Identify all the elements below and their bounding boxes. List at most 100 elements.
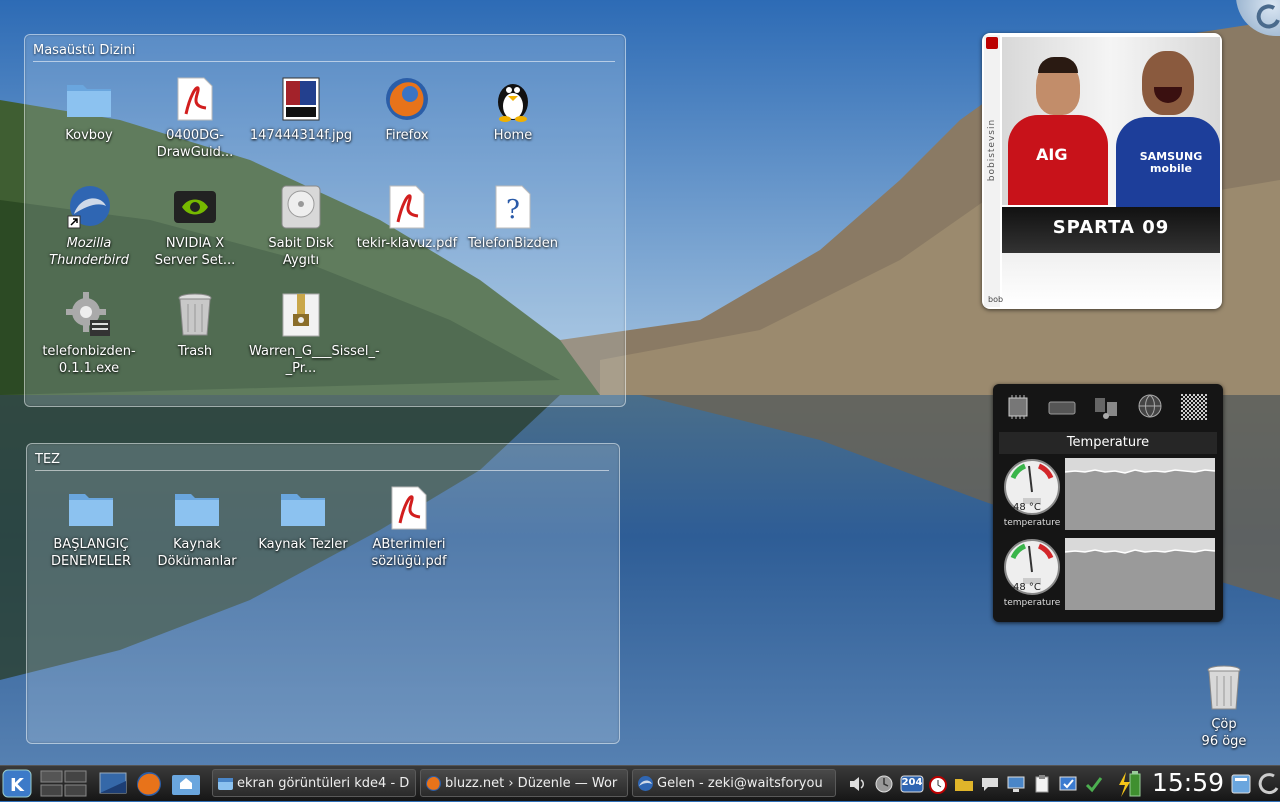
desktop-icon-exe[interactable]: telefonbizden-0.1.1.exe bbox=[37, 291, 141, 377]
kde-logo-icon: K bbox=[2, 769, 32, 798]
temperature-plot bbox=[1065, 538, 1215, 610]
counter-badge[interactable]: 204 bbox=[900, 774, 924, 794]
task-label: ekran görüntüleri kde4 - D bbox=[237, 776, 410, 791]
launcher-home-folder[interactable] bbox=[170, 769, 202, 798]
cover-side-text: bobistevsin bbox=[987, 118, 997, 182]
folder-icon bbox=[173, 484, 221, 532]
desktop-icon-kaynak-tezler[interactable]: Kaynak Tezler bbox=[251, 484, 355, 553]
desktop-icon-drawguide[interactable]: 0400DG-DrawGuid... bbox=[143, 75, 247, 161]
temperature-label: temperature bbox=[1003, 518, 1061, 528]
svg-text:?: ? bbox=[506, 195, 520, 225]
folder-tray-icon[interactable] bbox=[954, 774, 974, 794]
cpu-icon bbox=[1008, 395, 1028, 419]
clock-alarm-icon[interactable] bbox=[928, 774, 948, 794]
hard-disk-icon bbox=[277, 183, 325, 231]
plasma-icon bbox=[1256, 4, 1280, 29]
cpu-button[interactable] bbox=[1003, 392, 1033, 422]
task-label: Gelen - zeki@waitsforyou bbox=[657, 776, 823, 791]
folder-view-desktop: Masaüstü Dizini Kovboy 0400DG-DrawGuid..… bbox=[24, 34, 626, 407]
desktop-icon-kovboy[interactable]: Kovboy bbox=[37, 75, 141, 144]
pager-button[interactable] bbox=[40, 769, 88, 798]
launcher-firefox[interactable] bbox=[134, 769, 164, 798]
temperature-value: 48 °C bbox=[1013, 582, 1041, 593]
desktop-icon-jpg[interactable]: 147444314f.jpg bbox=[249, 75, 353, 144]
unknown-file-icon: ? bbox=[489, 183, 537, 231]
panel-toolbox-icon[interactable] bbox=[1230, 772, 1252, 796]
clipboard-icon[interactable] bbox=[1032, 774, 1052, 794]
tray-badge-text: 204 bbox=[901, 777, 923, 788]
task-thunderbird[interactable]: Gelen - zeki@waitsforyou bbox=[632, 769, 836, 797]
folder-icon bbox=[65, 75, 113, 123]
desktop-icon-trash[interactable]: Trash bbox=[143, 291, 247, 360]
exe-gear-icon bbox=[65, 291, 113, 339]
home-folder-icon bbox=[172, 775, 200, 795]
battery-power-icon[interactable] bbox=[1116, 770, 1144, 798]
trash-label: Çöp bbox=[1211, 717, 1237, 732]
firefox-icon bbox=[137, 772, 161, 796]
penguin-home-icon bbox=[489, 75, 537, 123]
trash-icon bbox=[171, 291, 219, 339]
jersey-left-text: AIG bbox=[1036, 145, 1068, 164]
desktop-icon-thunderbird[interactable]: Mozilla Thunderbird bbox=[37, 183, 141, 269]
svg-text:K: K bbox=[10, 775, 25, 796]
task-label: bluzz.net › Düzenle — Wor bbox=[445, 776, 618, 791]
system-tray: 204 bbox=[842, 766, 1114, 801]
desktop-icon-baslangic[interactable]: BAŞLANGIÇ DENEMELER bbox=[39, 484, 143, 570]
cover-spine: bobistevsin bbox=[984, 35, 1000, 307]
hard-disk-icon bbox=[1048, 401, 1076, 415]
player-right: SAMSUNG mobile bbox=[1116, 47, 1220, 207]
desktop-icon-kaynak-dokumanlar[interactable]: Kaynak Dökümanlar bbox=[145, 484, 249, 570]
desktop-icon-home[interactable]: Home bbox=[461, 75, 565, 144]
show-desktop-button[interactable] bbox=[98, 769, 128, 798]
player-left: AIG bbox=[1008, 57, 1108, 207]
folder-icon bbox=[67, 484, 115, 532]
desktop-icon-warren-archive[interactable]: Warren_G___Sissel_-_Pr... bbox=[249, 291, 380, 377]
system-monitor-widget: Temperature 48 °C temperature 48 °C temp… bbox=[993, 384, 1223, 622]
cashew-panel-icon[interactable] bbox=[1258, 772, 1280, 796]
desktop-trash[interactable]: Çöp 96 öge bbox=[1192, 664, 1256, 750]
game-title: SPARTA 09 bbox=[1052, 217, 1170, 238]
pattern-button[interactable] bbox=[1179, 392, 1209, 422]
globe-icon bbox=[1138, 394, 1162, 418]
network-icon bbox=[1095, 398, 1117, 419]
game-title-banner: SPARTA 09 bbox=[1002, 207, 1220, 253]
nvidia-icon bbox=[171, 183, 219, 231]
task-dolphin[interactable]: ekran görüntüleri kde4 - D bbox=[212, 769, 416, 797]
folder-view-title: TEZ bbox=[35, 452, 61, 467]
kickoff-menu-button[interactable]: K bbox=[2, 769, 34, 798]
folder-icon bbox=[279, 484, 327, 532]
temperature-plot bbox=[1065, 458, 1215, 530]
network-tray-icon[interactable] bbox=[874, 774, 894, 794]
digital-clock[interactable]: 15:59 bbox=[1152, 768, 1224, 797]
pdf-icon bbox=[171, 75, 219, 123]
task-firefox[interactable]: bluzz.net › Düzenle — Wor bbox=[420, 769, 628, 797]
folder-view-tez: TEZ BAŞLANGIÇ DENEMELER Kaynak Dökümanla… bbox=[26, 443, 620, 744]
ps3-logo-icon bbox=[986, 37, 998, 49]
archive-icon bbox=[277, 291, 325, 339]
divider bbox=[33, 61, 615, 62]
pattern-icon bbox=[1181, 394, 1207, 420]
package-check-icon[interactable] bbox=[1084, 774, 1104, 794]
firefox-icon bbox=[383, 75, 431, 123]
taskbar: K ekran görüntüleri kde4 - D bluzz.net ›… bbox=[0, 765, 1280, 801]
desktop-icon-telefonbizden[interactable]: ? TelefonBizden bbox=[461, 183, 565, 252]
desktop-icon-tekir-pdf[interactable]: tekir-klavuz.pdf bbox=[355, 183, 459, 252]
cover-bottom-text: bob bbox=[988, 295, 1004, 304]
network-button[interactable] bbox=[1091, 392, 1121, 422]
display-icon[interactable] bbox=[1006, 774, 1026, 794]
firefox-icon bbox=[426, 776, 441, 791]
updates-icon[interactable] bbox=[1058, 774, 1078, 794]
hard-disk-button[interactable] bbox=[1047, 392, 1077, 422]
volume-icon[interactable] bbox=[848, 774, 868, 794]
desktop-icon-abterimleri-pdf[interactable]: ABterimlerisözlüğü.pdf bbox=[357, 484, 461, 570]
chat-icon[interactable] bbox=[980, 774, 1000, 794]
picture-frame-widget[interactable]: bobistevsin AIG SAMSUNG mobile SPARTA 09… bbox=[982, 33, 1222, 309]
cover-photo: AIG SAMSUNG mobile SPARTA 09 bbox=[1002, 37, 1220, 305]
desktop-icon-hard-disk[interactable]: Sabit Disk Aygıtı bbox=[249, 183, 353, 269]
trash-count: 96 öge bbox=[1201, 734, 1247, 749]
desktop-icon-nvidia[interactable]: NVIDIA X Server Set... bbox=[143, 183, 247, 269]
pdf-icon bbox=[385, 484, 433, 532]
divider bbox=[35, 470, 609, 471]
desktop-icon-firefox[interactable]: Firefox bbox=[355, 75, 459, 144]
globe-button[interactable] bbox=[1135, 392, 1165, 422]
